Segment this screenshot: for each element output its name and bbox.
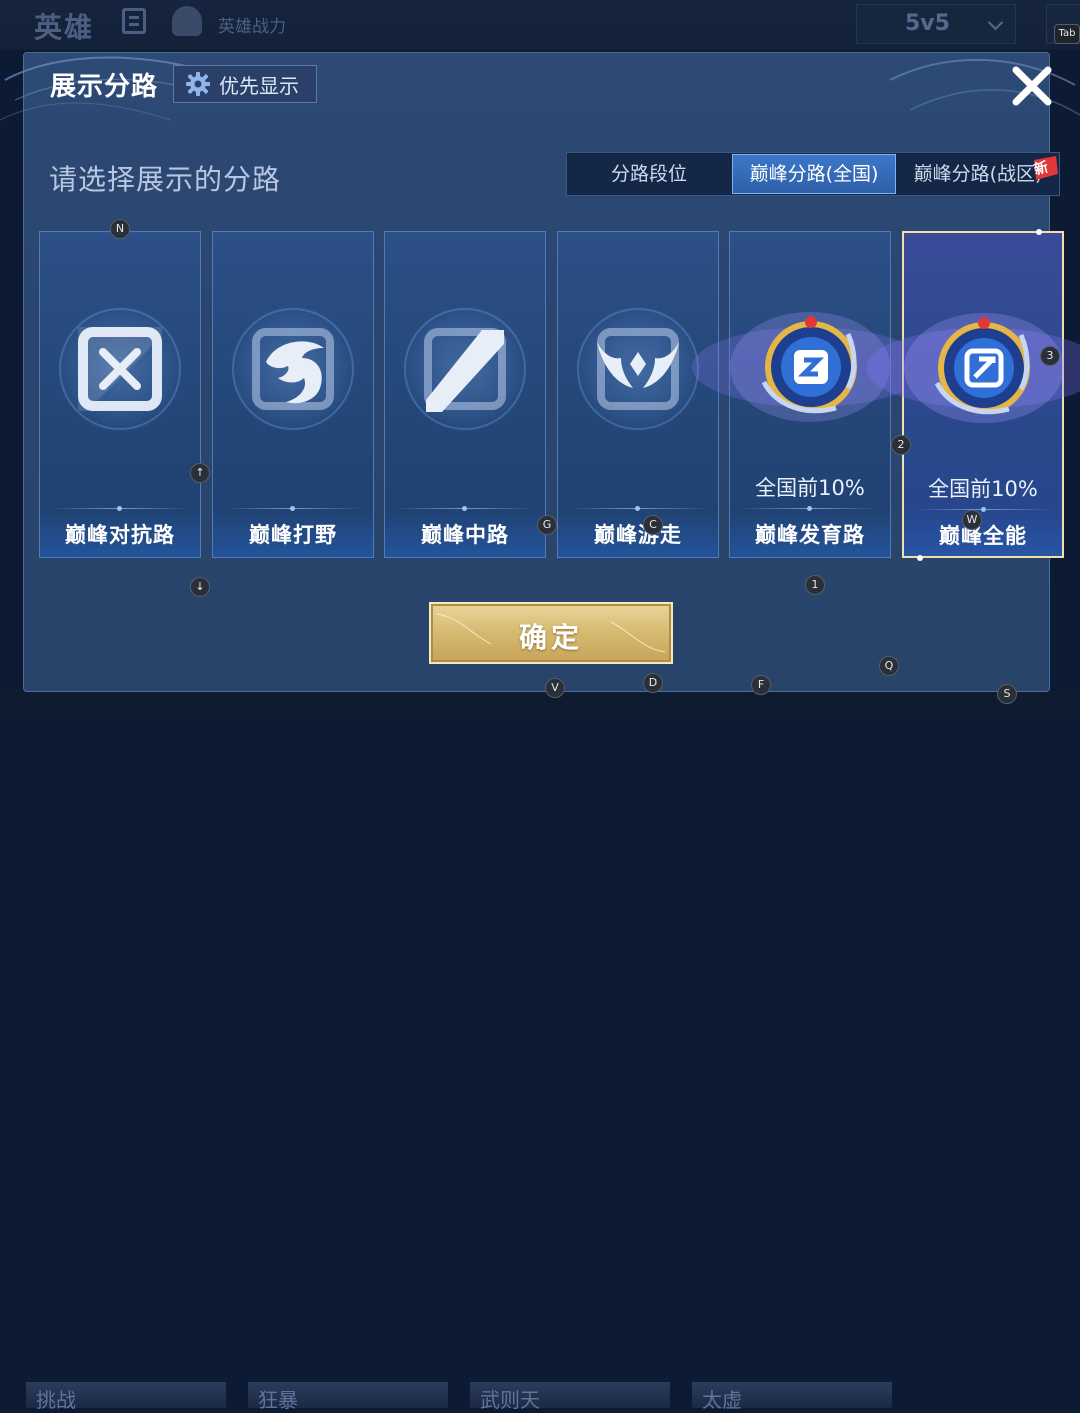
lane-label: 巅峰全能 [939, 524, 1027, 548]
lane-source-tabs: 分路段位 巅峰分路(全国) 巅峰分路(战区) [566, 152, 1060, 196]
bottom-card-label: 狂暴 [258, 1388, 298, 1412]
lane-card-mid[interactable]: 巅峰中路 [384, 231, 546, 558]
roam-wings-icon [597, 328, 679, 410]
hotkey-hint-g: G [537, 515, 557, 535]
bottom-card[interactable]: 太虚 [692, 1382, 892, 1412]
hotkey-hint-n: N [110, 219, 130, 239]
hotkey-hint-2: 2 [891, 435, 911, 455]
hotkey-hint-s: S [997, 684, 1017, 704]
mode-select[interactable]: 5v5 [856, 4, 1016, 44]
all-round-badge-icon [934, 317, 1030, 415]
selection-corner-dot [917, 555, 923, 561]
hero-page-title: 英雄 [34, 11, 95, 44]
bottom-card-label: 太虚 [702, 1388, 742, 1412]
mid-lane-icon [424, 328, 506, 412]
chevron-down-icon [987, 14, 1004, 31]
farm-lane-badge-icon [761, 316, 857, 414]
lane-label: 巅峰发育路 [755, 523, 865, 547]
hotkey-hint-f: F [751, 675, 771, 695]
lane-rank: 全国前10% [755, 476, 865, 500]
gear-icon [186, 72, 210, 96]
bottom-card[interactable]: 武则天 [470, 1382, 670, 1412]
top-bar: 英雄 英雄战力 5v5 [0, 0, 1080, 50]
tab-lane-rank[interactable]: 分路段位 [567, 153, 731, 195]
confirm-label: 确定 [518, 621, 583, 654]
helmet-icon [172, 6, 202, 36]
confirm-button[interactable]: 确定 [429, 602, 673, 664]
lane-label: 巅峰对抗路 [65, 523, 175, 547]
hotkey-hint-1: 1 [805, 575, 825, 595]
jungle-dragon-icon [252, 328, 334, 410]
lane-select-prompt: 请选择展示的分路 [49, 163, 282, 196]
bottom-card-label: 武则天 [480, 1388, 540, 1412]
mode-value: 5v5 [905, 11, 950, 36]
list-icon[interactable] [122, 8, 146, 34]
clash-lane-icon [78, 327, 162, 411]
hotkey-hint-up: ↑ [190, 463, 210, 483]
lane-label: 巅峰游走 [594, 523, 682, 547]
lane-rank: 全国前10% [928, 477, 1038, 501]
selection-corner-dot [1036, 229, 1042, 235]
lane-card-jungle[interactable]: 巅峰打野 [212, 231, 374, 558]
priority-display-label: 优先显示 [219, 73, 299, 98]
hero-power-label[interactable]: 英雄战力 [218, 12, 286, 37]
hotkey-hint-v: V [545, 678, 565, 698]
lane-label: 巅峰中路 [421, 523, 509, 547]
hotkey-hint-w: W [962, 510, 982, 530]
hotkey-hint-down: ↓ [190, 577, 210, 597]
bottom-card[interactable]: 挑战 [26, 1382, 226, 1412]
bottom-bar: 挑战 狂暴 武则天 太虚 [0, 690, 1080, 1412]
close-icon[interactable] [1008, 62, 1056, 110]
hotkey-hint-c: C [643, 515, 663, 535]
dialog-title: 展示分路 [50, 72, 159, 102]
tab-peak-lane-national[interactable]: 巅峰分路(全国) [732, 154, 896, 194]
hotkey-hint-d: D [643, 673, 663, 693]
bottom-card-label: 挑战 [36, 1388, 76, 1412]
lane-card-clash[interactable]: 巅峰对抗路 [39, 231, 201, 558]
hotkey-hint-q: Q [879, 656, 899, 676]
hotkey-hint-3: 3 [1040, 346, 1060, 366]
bottom-card[interactable]: 狂暴 [248, 1382, 448, 1412]
priority-display-button[interactable]: 优先显示 [173, 65, 317, 103]
hotkey-hint-tab: Tab [1054, 24, 1080, 44]
lane-label: 巅峰打野 [249, 523, 337, 547]
lane-card-all-round[interactable]: 全国前10% 巅峰全能 [866, 231, 1080, 558]
